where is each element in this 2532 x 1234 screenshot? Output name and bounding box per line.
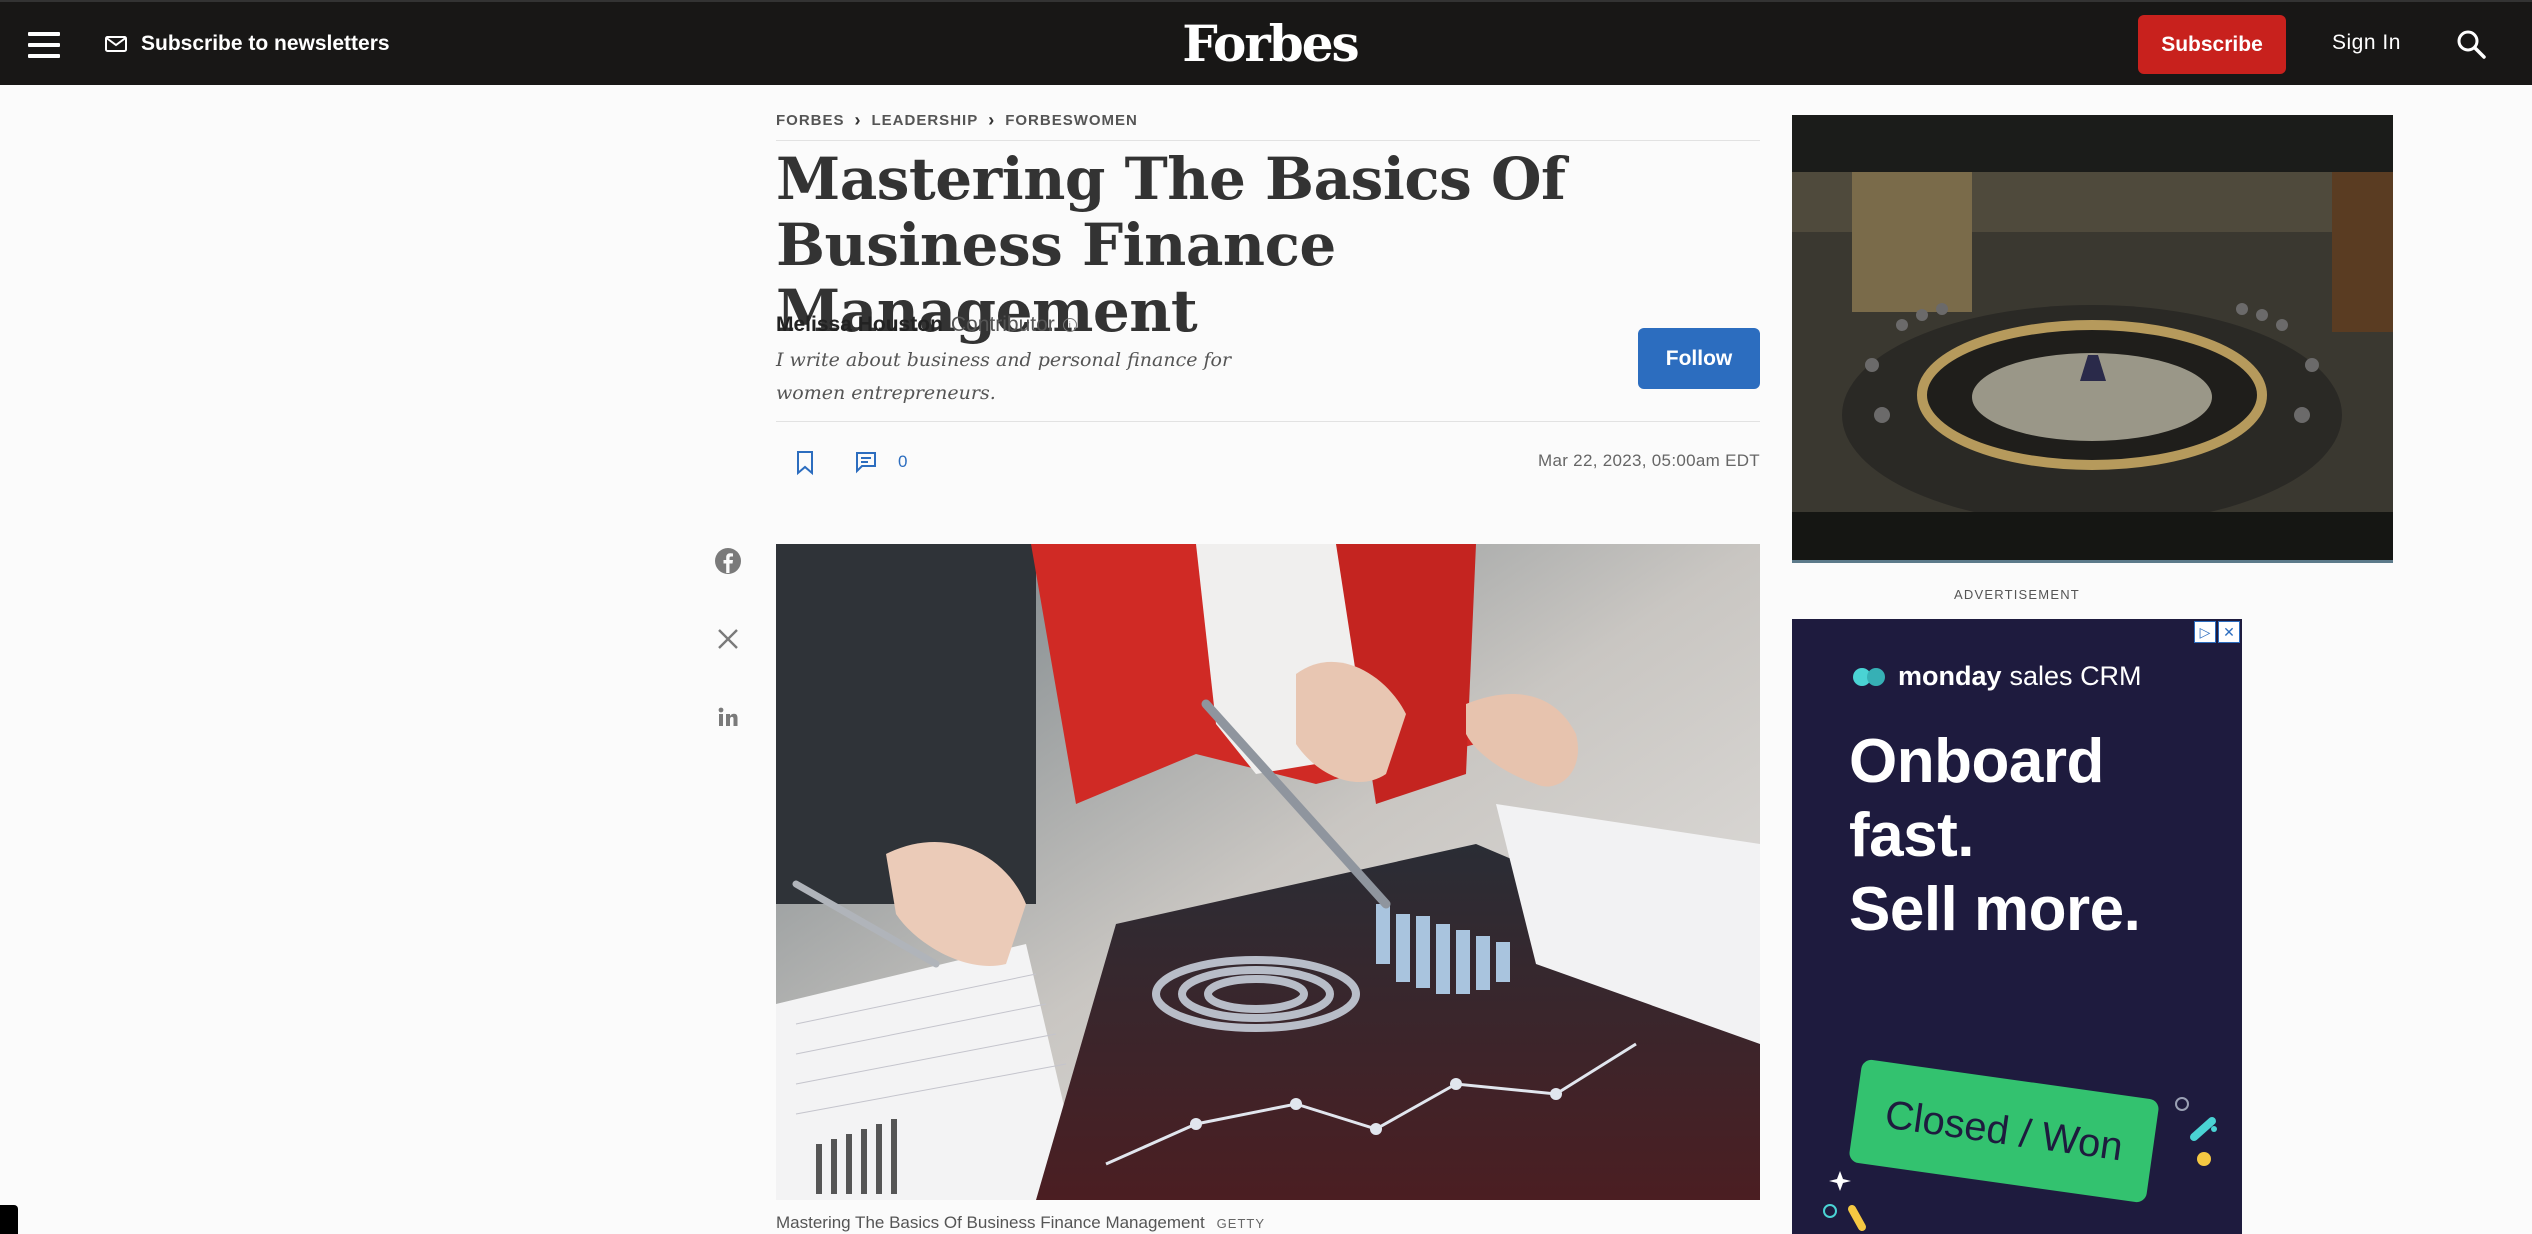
chevron-right-icon: ›: [854, 110, 862, 130]
menu-icon[interactable]: [28, 30, 64, 58]
bookmark-icon[interactable]: [794, 450, 816, 476]
info-icon[interactable]: i: [1062, 318, 1077, 332]
facebook-icon: [715, 548, 741, 574]
author-role: Contributor: [950, 313, 1055, 336]
caption-text: Mastering The Basics Of Business Finance…: [776, 1213, 1205, 1232]
follow-button[interactable]: Follow: [1638, 328, 1760, 389]
comment-count: 0: [898, 452, 908, 471]
sign-in-link[interactable]: Sign In: [2332, 31, 2401, 55]
article-hero-image: [776, 544, 1760, 1200]
linkedin-icon: [718, 707, 738, 726]
share-linkedin-button[interactable]: [713, 702, 743, 732]
ad-confetti-decoration: [1823, 1097, 2217, 1231]
comments-button[interactable]: 0: [854, 450, 907, 474]
comment-icon: [856, 452, 876, 474]
divider: [776, 421, 1760, 422]
ad-headline-line-2: fast.: [1849, 801, 1974, 870]
forbes-logo[interactable]: Forbes: [1170, 14, 1370, 73]
monday-logo-icon: [1853, 667, 1885, 686]
subscribe-button[interactable]: Subscribe: [2138, 15, 2286, 74]
top-navigation-bar: Subscribe to newsletters Forbes Subscrib…: [0, 0, 2532, 85]
share-facebook-button[interactable]: [713, 546, 743, 576]
video-player[interactable]: [1792, 115, 2393, 563]
image-caption: Mastering The Basics Of Business Finance…: [776, 1213, 1265, 1233]
breadcrumb-leadership[interactable]: LEADERSHIP: [872, 112, 979, 129]
ad-headline-line-3: Sell more.: [1849, 875, 2141, 944]
author-byline: Melissa Houston Contributor i: [776, 313, 1077, 337]
ad-brand-product: sales CRM: [2009, 661, 2142, 691]
envelope-icon: [105, 36, 127, 52]
close-icon[interactable]: ✕: [2218, 621, 2240, 643]
monday-crm-ad[interactable]: ▷ ✕ monday sales CRM Onboard fast. Sell …: [1792, 619, 2242, 1234]
breadcrumb-forbes[interactable]: FORBES: [776, 112, 845, 129]
video-thumbnail: [1792, 115, 2393, 560]
divider: [776, 140, 1760, 141]
breadcrumb: FORBES › LEADERSHIP › FORBESWOMEN: [776, 110, 1138, 131]
ad-brand: monday sales CRM: [1852, 661, 2142, 692]
newsletter-label: Subscribe to newsletters: [141, 32, 390, 55]
ad-headline: Onboard fast. Sell more.: [1849, 725, 2229, 947]
publish-date: Mar 22, 2023, 05:00am EDT: [1537, 451, 1760, 470]
subscribe-newsletters-link[interactable]: Subscribe to newsletters: [105, 29, 390, 59]
advertisement-label: ADVERTISEMENT: [1954, 587, 2080, 602]
finance-tablet-photo: [776, 544, 1760, 1200]
ad-choices-icon[interactable]: ▷: [2194, 621, 2216, 643]
breadcrumb-forbeswomen[interactable]: FORBESWOMEN: [1005, 112, 1138, 129]
ad-brand-name: monday: [1898, 661, 2002, 691]
chevron-right-icon: ›: [988, 110, 996, 130]
ad-choices: ▷ ✕: [2194, 621, 2240, 643]
search-icon[interactable]: [2455, 28, 2487, 60]
image-credit: GETTY: [1216, 1216, 1266, 1231]
corner-tab: [0, 1205, 18, 1234]
author-bio: I write about business and personal fina…: [776, 349, 1232, 404]
author-name[interactable]: Melissa Houston: [776, 313, 943, 337]
ad-headline-line-1: Onboard: [1849, 727, 2104, 796]
share-x-button[interactable]: [713, 624, 743, 654]
x-icon: [718, 629, 738, 649]
